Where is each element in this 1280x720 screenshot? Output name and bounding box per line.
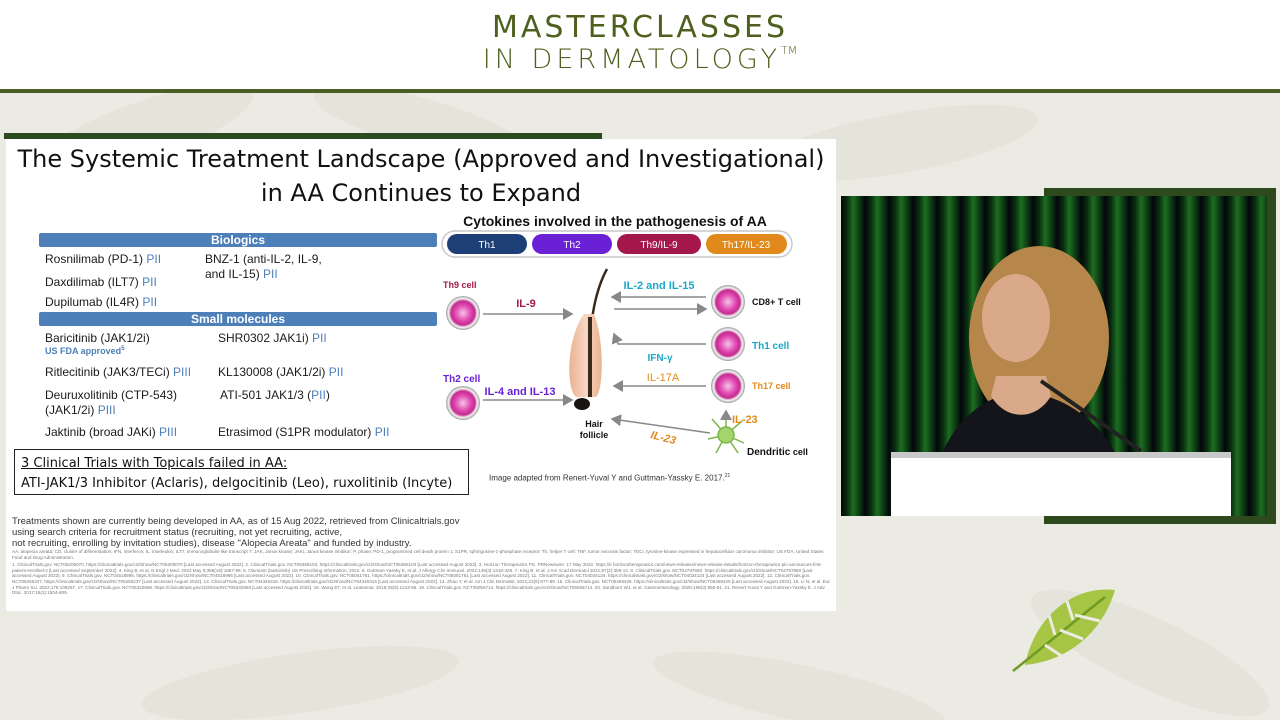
il23-left-label: IL-23 (649, 429, 677, 447)
il9-label: IL-9 (516, 298, 536, 310)
ifn-gamma-arrow (611, 332, 706, 345)
th17-cell-label: Th17 cell (752, 381, 791, 391)
il23-right-label: IL-23 (732, 414, 758, 426)
th2-cell (446, 386, 480, 420)
trademark: TM (780, 44, 798, 57)
ifn-gamma-label: IFN-γ (648, 353, 673, 364)
podium (891, 458, 1231, 516)
references-text: 1. ClinicalTrials.gov. NCT05205070. http… (12, 562, 830, 596)
references: AA, alopecia areata; CD, cluster of diff… (12, 549, 830, 596)
disclaimer-line: using search criteria for recruitment st… (12, 527, 342, 538)
credit-text: Image adapted from Renert-Yuval Y and Gu… (489, 473, 725, 483)
diagram-title: Cytokines involved in the pathogenesis o… (463, 213, 767, 229)
th9-cell (446, 296, 480, 330)
cd8-cell-label: CD8+ T cell (752, 297, 801, 307)
header-divider (0, 89, 1280, 93)
il4-il13-label: IL-4 and IL-13 (485, 386, 556, 398)
pill-label: Th17/IL-23 (722, 240, 771, 251)
speaker-video (841, 196, 1267, 516)
header-line2-text: IN DERMATOLOGY (482, 44, 781, 75)
disclaimer: Treatments shown are currently being dev… (12, 516, 472, 549)
th2-cell-label: Th2 cell (443, 374, 480, 385)
th17-cell (711, 369, 745, 403)
th1-cell (711, 327, 745, 361)
dendritic-cell-label: Dendritic cell (747, 447, 808, 458)
hair-follicle-label-2: follicle (580, 430, 609, 440)
image-credit: Image adapted from Renert-Yuval Y and Gu… (489, 473, 730, 483)
header-title-line1: MASTERCLASSES (491, 10, 789, 45)
il17a-label: IL-17A (647, 372, 680, 384)
pill-label: Th1 (478, 240, 496, 251)
hair-follicle-label-1: Hair (585, 419, 603, 429)
hair-bulb (574, 398, 590, 410)
pill-label: Th9/IL-9 (640, 240, 678, 251)
th9-cell-label: Th9 cell (443, 280, 477, 290)
hair-root (588, 317, 592, 397)
topicals-list: ATI-JAK1/3 Inhibitor (Aclaris), delgocit… (21, 476, 453, 491)
credit-ref: 21 (724, 473, 731, 479)
monstera-leaf-logo (1012, 589, 1115, 672)
pill-label: Th2 (563, 240, 581, 251)
cytokine-pathogenesis-diagram: Cytokines involved in the pathogenesis o… (441, 213, 808, 458)
presentation-slide: The Systemic Treatment Landscape (Approv… (6, 139, 836, 611)
header-title-line2: IN DERMATOLOGYTM (0, 44, 1280, 75)
abbreviations-text: AA, alopecia areata; CD, cluster of diff… (12, 549, 824, 560)
disclaimer-line: Treatments shown are currently being dev… (12, 516, 460, 527)
il2-il15-label: IL-2 and IL-15 (624, 280, 695, 292)
disclaimer-line: not recruiting, enrolling by invitation … (12, 538, 412, 549)
th1-cell-label: Th1 cell (752, 341, 789, 352)
follicle-shape (569, 314, 602, 397)
cd8-t-cell (711, 285, 745, 319)
event-header: MASTERCLASSES IN DERMATOLOGYTM (0, 0, 1280, 90)
